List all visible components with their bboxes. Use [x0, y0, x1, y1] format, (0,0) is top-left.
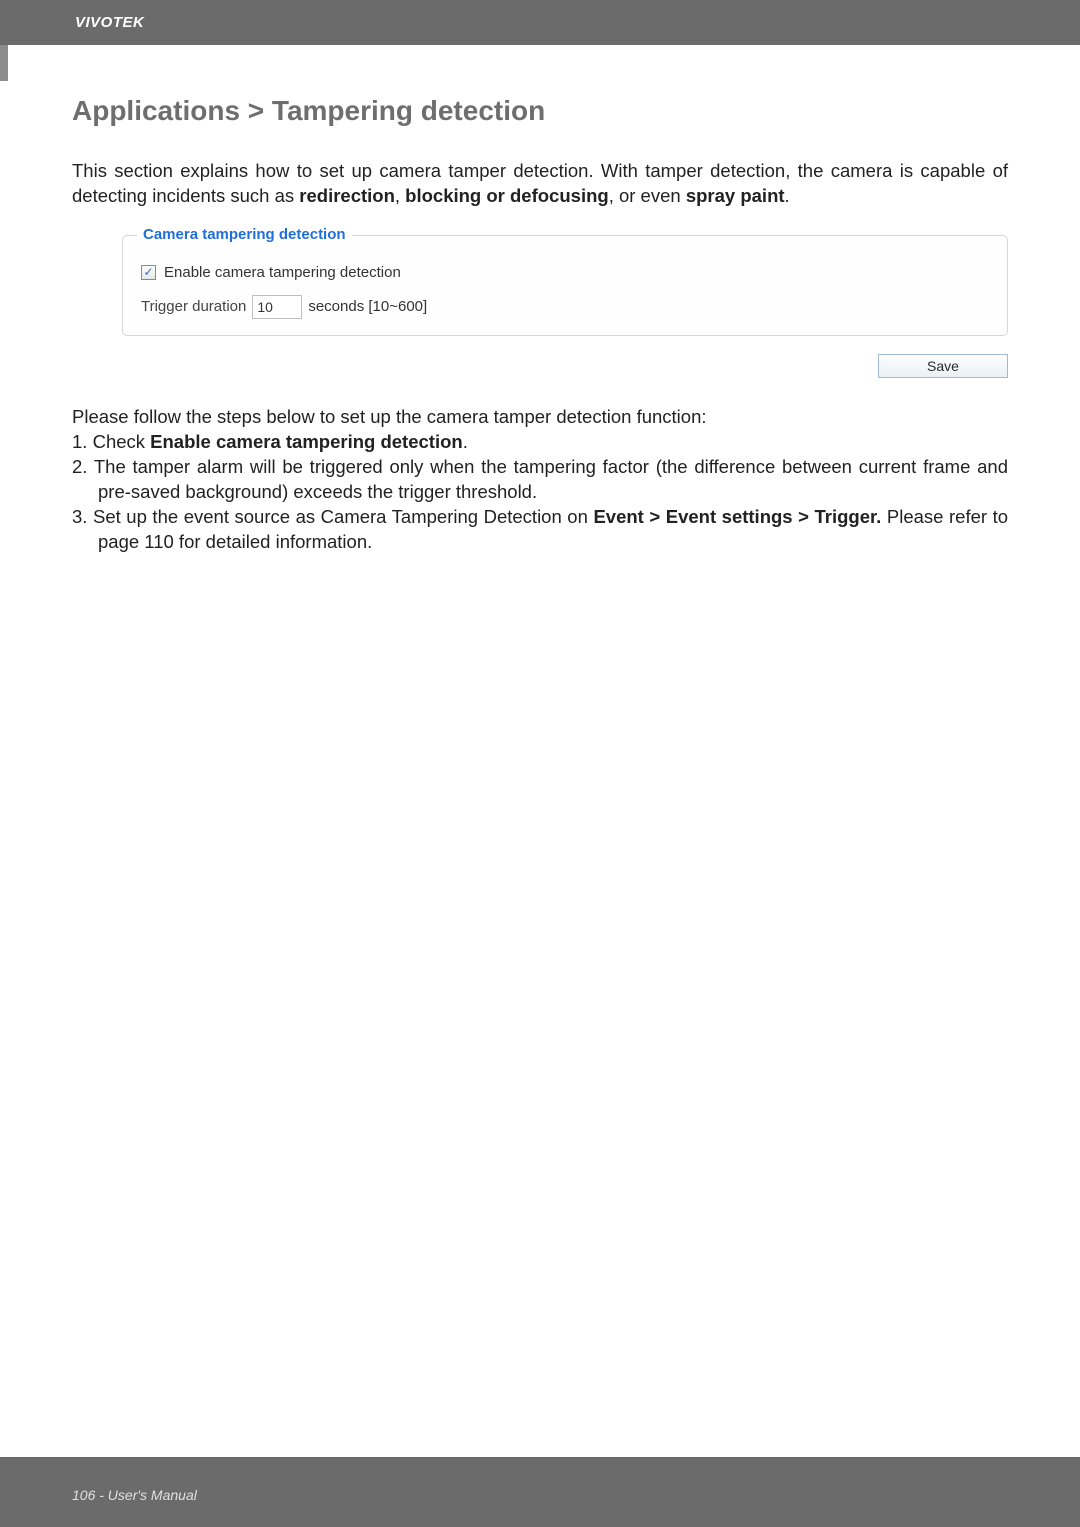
- trigger-duration-label: Trigger duration: [141, 298, 246, 315]
- step-2-text: The tamper alarm will be triggered only …: [87, 456, 1008, 502]
- fieldset-legend: Camera tampering detection: [137, 226, 352, 243]
- intro-paragraph: This section explains how to set up came…: [72, 159, 1008, 209]
- page-title: Applications > Tampering detection: [72, 95, 1008, 127]
- step-3-a: Set up the event source as Camera Tamper…: [87, 506, 593, 527]
- save-row: Save: [122, 354, 1008, 378]
- checkmark-icon: ✓: [143, 266, 153, 278]
- step-num: 1.: [72, 431, 87, 452]
- intro-bold-redirection: redirection: [299, 185, 395, 206]
- left-accent: [0, 45, 8, 81]
- save-button-label: Save: [927, 358, 959, 374]
- step-2: 2. The tamper alarm will be triggered on…: [72, 455, 1008, 505]
- trigger-row: Trigger duration seconds [10~600]: [137, 295, 993, 319]
- steps-list: 1. Check Enable camera tampering detecti…: [72, 430, 1008, 555]
- fieldset-content: ✓ Enable camera tampering detection Trig…: [137, 254, 993, 319]
- step-num: 3.: [72, 506, 87, 527]
- step-1-c: .: [463, 431, 468, 452]
- page-container: VIVOTEK Applications > Tampering detecti…: [0, 0, 1080, 1527]
- enable-label: Enable camera tampering detection: [164, 264, 401, 281]
- intro-sep: ,: [395, 185, 405, 206]
- enable-checkbox[interactable]: ✓: [141, 265, 156, 280]
- top-banner: VIVOTEK: [0, 0, 1080, 45]
- step-3-bold: Event > Event settings > Trigger.: [593, 506, 881, 527]
- content-area: Applications > Tampering detection This …: [0, 45, 1080, 555]
- step-1-a: Check: [87, 431, 150, 452]
- step-num: 2.: [72, 456, 87, 477]
- save-button[interactable]: Save: [878, 354, 1008, 378]
- tampering-fieldset: Camera tampering detection ✓ Enable came…: [122, 227, 1008, 336]
- intro-sep2: , or even: [609, 185, 686, 206]
- enable-checkbox-row[interactable]: ✓ Enable camera tampering detection: [137, 264, 993, 281]
- intro-bold-spray: spray paint: [686, 185, 785, 206]
- brand-label: VIVOTEK: [75, 14, 144, 31]
- intro-suffix: .: [785, 185, 790, 206]
- trigger-unit-label: seconds [10~600]: [308, 298, 427, 315]
- footer-text: 106 - User's Manual: [72, 1487, 197, 1503]
- trigger-duration-input[interactable]: [252, 295, 302, 319]
- step-3: 3. Set up the event source as Camera Tam…: [72, 505, 1008, 555]
- steps-intro: Please follow the steps below to set up …: [72, 406, 1008, 428]
- step-1: 1. Check Enable camera tampering detecti…: [72, 430, 1008, 455]
- intro-bold-blocking: blocking or defocusing: [405, 185, 609, 206]
- step-1-bold: Enable camera tampering detection: [150, 431, 463, 452]
